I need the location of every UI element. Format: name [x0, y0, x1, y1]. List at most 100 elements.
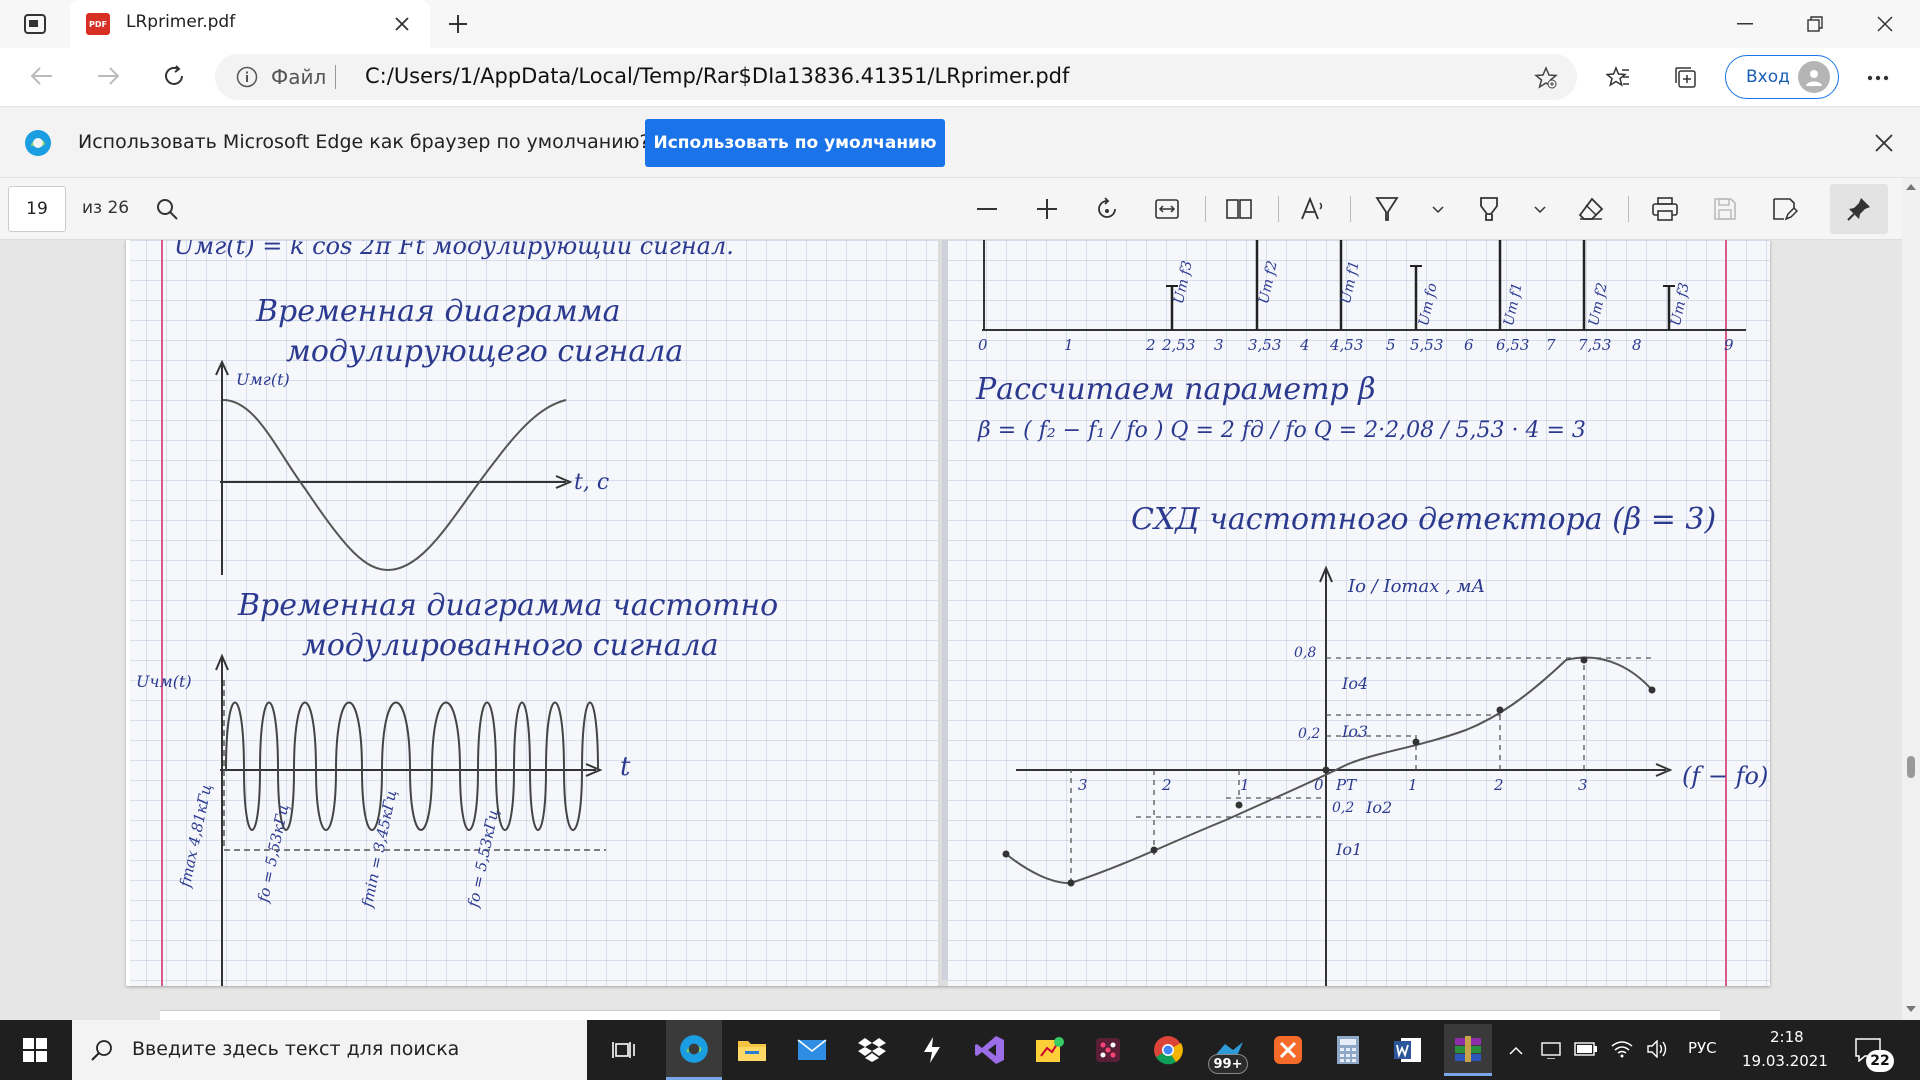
tick-label: 1: [1064, 336, 1074, 354]
visual-studio-icon[interactable]: [968, 1030, 1012, 1070]
tick-label: 6: [1464, 336, 1474, 354]
notification-count: 22: [1866, 1050, 1894, 1072]
taskbar-search-box[interactable]: Введите здесь текст для поиска: [72, 1020, 587, 1080]
read-aloud-icon[interactable]: [1296, 192, 1330, 226]
print-icon[interactable]: [1648, 192, 1682, 226]
mail-icon[interactable]: [790, 1030, 834, 1070]
new-tab-icon[interactable]: [442, 8, 474, 40]
y-tick-label: 0,2: [1332, 800, 1355, 816]
title2-line1: Временная диаграмма частотно: [238, 588, 779, 623]
y-tick-label: 0,8: [1294, 645, 1317, 661]
tick-label: 2: [1146, 336, 1156, 354]
chrome-icon[interactable]: [1146, 1030, 1190, 1070]
tick-label: 9: [1724, 336, 1734, 354]
tab-lrprimer[interactable]: PDF LRprimer.pdf: [70, 0, 430, 48]
app-icon-chart[interactable]: [1028, 1030, 1072, 1070]
current-label: Io4: [1342, 674, 1369, 693]
tick-label: 5,53: [1410, 336, 1444, 354]
wifi-icon[interactable]: [1608, 1036, 1636, 1062]
start-icon[interactable]: [0, 1020, 70, 1080]
edge-taskbar-icon[interactable]: [666, 1020, 722, 1080]
x-tick-label: 1: [1240, 776, 1250, 794]
toolbar-divider: [1278, 196, 1279, 222]
plot1-ylabel: Uмг(t): [236, 370, 290, 389]
winrar-icon[interactable]: [1444, 1024, 1492, 1076]
toolbar-divider: [1350, 196, 1351, 222]
draw-icon[interactable]: [1370, 192, 1404, 226]
title1-line1: Временная диаграмма: [256, 294, 621, 329]
eraser-icon[interactable]: [1574, 192, 1608, 226]
x-tick-label: 0: [1314, 776, 1324, 794]
vertical-scrollbar[interactable]: [1902, 178, 1920, 1020]
task-view-icon[interactable]: [602, 1030, 646, 1070]
more-menu-icon[interactable]: [1860, 60, 1896, 96]
x-tick-label: 1: [1408, 776, 1418, 794]
scroll-up-icon[interactable]: [1906, 182, 1916, 192]
info-icon[interactable]: [235, 65, 259, 89]
current-label: Io3: [1342, 722, 1369, 741]
search-icon: [88, 1036, 116, 1064]
dropbox-icon[interactable]: [850, 1030, 894, 1070]
file-explorer-icon[interactable]: [730, 1030, 774, 1070]
refresh-icon[interactable]: [156, 58, 192, 94]
forward-icon[interactable]: [90, 58, 126, 94]
meet-now-icon[interactable]: [1538, 1036, 1564, 1062]
address-bar[interactable]: Файл C:/Users/1/AppData/Local/Temp/Rar$D…: [215, 54, 1577, 100]
zoom-out-icon[interactable]: [970, 192, 1004, 226]
x-tick-label: 2: [1162, 776, 1172, 794]
tick-label: 8: [1632, 336, 1642, 354]
tick-label: 4: [1300, 336, 1310, 354]
profile-button[interactable]: Вход: [1725, 55, 1839, 99]
save-icon[interactable]: [1708, 192, 1742, 226]
pdf-page: Uмг(t) = k cos 2π Ft модулирующий сигнал…: [126, 240, 1770, 986]
current-label: Io1: [1336, 840, 1363, 859]
pin-toolbar-icon[interactable]: [1830, 184, 1888, 234]
tick-label: 7,53: [1578, 336, 1612, 354]
spectrum-axis-ticks: 0 1 2 2,53 3 3,53 4 4,53 5 5,53 6 6,53 7…: [978, 336, 1758, 358]
favorites-icon[interactable]: [1600, 60, 1636, 96]
app-icon-bolt[interactable]: [910, 1030, 954, 1070]
app-icon-orange[interactable]: [1266, 1030, 1310, 1070]
chevron-down-icon[interactable]: [1428, 200, 1448, 220]
chevron-down-icon[interactable]: [1530, 200, 1550, 220]
volume-icon[interactable]: [1644, 1036, 1672, 1062]
word-icon[interactable]: [1386, 1030, 1430, 1070]
close-infobar-icon[interactable]: [1868, 127, 1900, 159]
scroll-thumb[interactable]: [1907, 756, 1915, 778]
close-tab-icon[interactable]: [388, 10, 416, 38]
add-favorite-icon[interactable]: [1531, 63, 1561, 93]
page-total: из 26: [82, 198, 130, 218]
clock[interactable]: 2:18 19.03.2021: [1740, 1026, 1830, 1074]
language-indicator[interactable]: РУС: [1688, 1039, 1717, 1057]
url-text[interactable]: C:/Users/1/AppData/Local/Temp/Rar$DIa138…: [365, 64, 1069, 88]
notification-badge: 99+: [1208, 1054, 1248, 1074]
minimize-icon[interactable]: [1720, 8, 1770, 40]
restore-icon[interactable]: [1790, 8, 1840, 40]
title2-line2: модулированного сигнала: [302, 628, 719, 663]
save-as-icon[interactable]: [1768, 192, 1802, 226]
collections-icon[interactable]: [1668, 60, 1704, 96]
highlight-icon[interactable]: [1472, 192, 1506, 226]
tick-label: 7: [1546, 336, 1556, 354]
zoom-in-icon[interactable]: [1030, 192, 1064, 226]
set-default-button[interactable]: Использовать по умолчанию: [645, 119, 945, 167]
app-icon-dots[interactable]: [1086, 1030, 1130, 1070]
search-icon[interactable]: [150, 192, 184, 226]
page-number-input[interactable]: 19: [8, 186, 66, 232]
tab-actions-icon[interactable]: [20, 10, 50, 38]
battery-icon[interactable]: [1572, 1036, 1600, 1062]
plot1-xlabel: t, c: [574, 470, 610, 495]
scroll-down-icon[interactable]: [1906, 1004, 1916, 1014]
page-view-icon[interactable]: [1222, 192, 1256, 226]
toolbar-divider: [1628, 196, 1629, 222]
tick-label: 3,53: [1248, 336, 1282, 354]
tick-label: 4,53: [1330, 336, 1364, 354]
back-icon[interactable]: [24, 58, 60, 94]
fit-width-icon[interactable]: [1150, 192, 1184, 226]
pdf-viewer: Uмг(t) = k cos 2π Ft модулирующий сигнал…: [0, 240, 1902, 1020]
close-window-icon[interactable]: [1860, 8, 1910, 40]
rotate-icon[interactable]: [1090, 192, 1124, 226]
tray-chevron-up-icon[interactable]: [1504, 1038, 1528, 1062]
calculator-icon[interactable]: [1326, 1030, 1370, 1070]
clock-date: 19.03.2021: [1742, 1052, 1828, 1070]
